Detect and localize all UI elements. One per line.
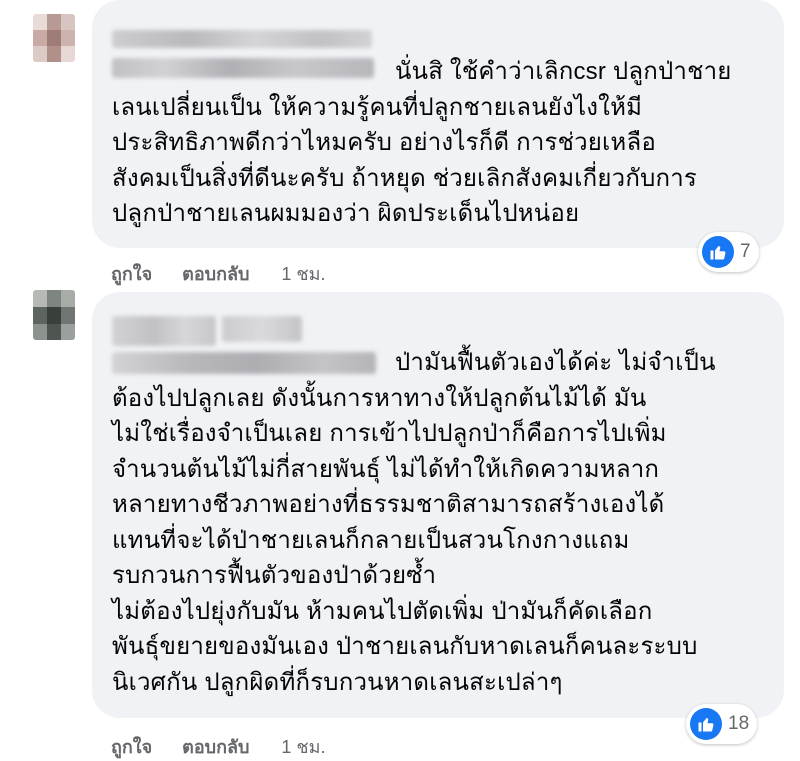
thumbs-up-icon [690, 708, 722, 740]
reaction-summary[interactable]: 18 [686, 704, 758, 744]
comment-actions: ถูกใจ ตอบกลับ 1 ชม. [111, 732, 326, 761]
comment-bubble: นั่นสิ ใช้คำว่าเลิกcsr ปลูกป่าชาย เลนเปล… [92, 0, 784, 248]
reaction-summary[interactable]: 7 [698, 232, 759, 272]
comment-2: ป่ามันฟื้นตัวเองได้ค่ะ ไม่จำเป็น ต้องไปป… [0, 290, 800, 760]
reaction-count: 7 [740, 241, 751, 262]
timestamp[interactable]: 1 ชม. [281, 732, 325, 761]
comment-text: ป่ามันฟื้นตัวเองได้ค่ะ ไม่จำเป็น ต้องไปป… [112, 349, 716, 696]
author-name-redacted[interactable] [112, 30, 372, 48]
author-name-redacted[interactable] [222, 316, 302, 342]
thumbs-up-icon [702, 236, 734, 268]
reply-button[interactable]: ตอบกลับ [182, 732, 249, 761]
comment-text: นั่นสิ ใช้คำว่าเลิกcsr ปลูกป่าชาย เลนเปล… [112, 58, 732, 227]
timestamp[interactable]: 1 ชม. [281, 259, 325, 288]
comment-bubble: ป่ามันฟื้นตัวเองได้ค่ะ ไม่จำเป็น ต้องไปป… [92, 292, 784, 718]
comment-actions: ถูกใจ ตอบกลับ 1 ชม. [111, 259, 326, 288]
like-button[interactable]: ถูกใจ [111, 732, 152, 761]
comment-1: นั่นสิ ใช้คำว่าเลิกcsr ปลูกป่าชาย เลนเปล… [0, 0, 800, 290]
like-button[interactable]: ถูกใจ [111, 259, 152, 288]
reaction-count: 18 [728, 713, 750, 734]
reply-button[interactable]: ตอบกลับ [182, 259, 249, 288]
avatar[interactable] [33, 14, 75, 62]
author-name-redacted[interactable] [112, 316, 216, 346]
avatar[interactable] [33, 290, 75, 340]
